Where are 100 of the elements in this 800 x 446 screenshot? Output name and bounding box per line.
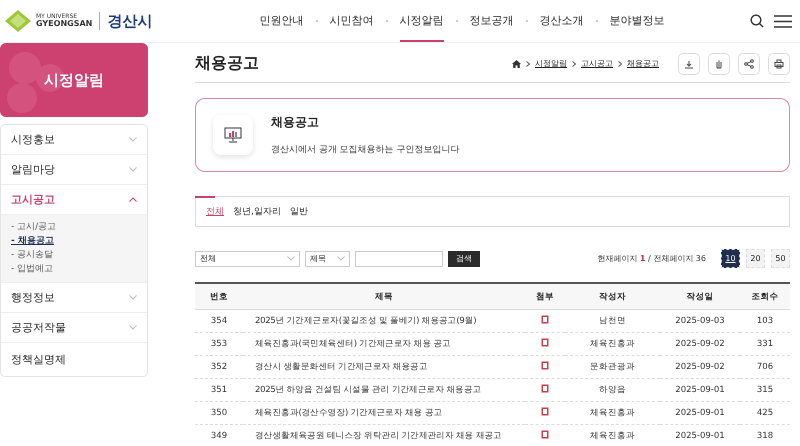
table-cell: 2025-09-01 (660, 402, 740, 424)
table-cell: 2025-09-03 (660, 310, 740, 332)
sidebar-item[interactable]: 시정홍보 (1, 125, 147, 155)
table-cell: 315 (740, 378, 790, 402)
table-cell: 103 (740, 310, 790, 332)
table-cell: 체육진흥과 (565, 332, 660, 356)
table-cell: 문화관광과 (565, 356, 660, 378)
breadcrumb-link[interactable]: 채용공고 (627, 58, 659, 69)
attachment-icon[interactable] (541, 361, 549, 370)
category-tab[interactable]: 일반 (290, 205, 308, 218)
nav-item[interactable]: 분야별정보 (610, 0, 664, 42)
search-icon[interactable] (750, 14, 764, 28)
search-button[interactable]: 검색 (448, 250, 480, 266)
download-button[interactable] (678, 52, 700, 74)
category-tab[interactable]: 청년,일자리 (233, 205, 281, 218)
post-title[interactable]: 2025년 하양읍 건설팀 시설물 관리 기간제근로자 채용공고 (243, 378, 525, 402)
logo-name[interactable]: 경산시 (107, 12, 152, 30)
home-icon[interactable] (512, 60, 521, 68)
attachment-icon[interactable] (541, 384, 549, 393)
table-cell: 331 (740, 332, 790, 356)
table-cell: 425 (740, 402, 790, 424)
chevron-icon (129, 295, 137, 300)
post-title[interactable]: 체육진흥과(국민체육센터) 기간제근로자 채용 공고 (243, 332, 525, 356)
hand-icon (714, 58, 724, 68)
submenu-item[interactable]: - 고시/공고 (11, 221, 56, 234)
print-button[interactable] (768, 52, 790, 74)
table-cell: 354 (195, 310, 243, 332)
hand-button[interactable] (708, 52, 730, 74)
post-title[interactable]: 체육진흥과(경산수영장) 기간제근로자 채용 공고 (243, 402, 525, 424)
chevron-icon (129, 197, 137, 202)
share-icon (744, 58, 754, 68)
table-cell: 318 (740, 424, 790, 446)
category-select[interactable]: 전체 (195, 250, 300, 266)
table-cell: 2025-09-02 (660, 332, 740, 356)
chevron-right-icon (572, 60, 576, 66)
menu-icon[interactable] (774, 14, 792, 28)
table-cell: 체육진흥과 (565, 424, 660, 446)
table-cell: 2025-09-01 (660, 424, 740, 446)
page-info: 현재페이지 1 / 전체페이지 36 (597, 253, 706, 264)
search-field[interactable] (355, 250, 443, 266)
field-select[interactable]: 제목 (305, 250, 350, 266)
breadcrumb-link[interactable]: 고시공고 (581, 58, 613, 69)
column-header: 작성자 (565, 283, 660, 310)
attachment-icon[interactable] (541, 315, 549, 324)
chevron-icon (129, 325, 137, 330)
share-button[interactable] (738, 52, 760, 74)
chevron-right-icon (618, 60, 622, 66)
table-cell: 706 (740, 356, 790, 378)
column-header: 첨부 (525, 283, 565, 310)
column-header: 번호 (195, 283, 243, 310)
info-title: 채용공고 (271, 114, 320, 131)
sidebar-item[interactable]: 알림마당 (1, 155, 147, 185)
monitor-chart-icon (224, 127, 242, 143)
table-cell: 남천면 (565, 310, 660, 332)
page-size-option[interactable]: 50 (771, 249, 790, 268)
chevron-icon (337, 256, 345, 261)
nav-item[interactable]: 시민참여 (330, 0, 374, 42)
sidebar-item[interactable]: 공공저작물 (1, 313, 147, 343)
post-title[interactable]: 경산시 생활문화센터 기간제근로자 채용공고 (243, 356, 525, 378)
column-header: 제목 (243, 283, 525, 310)
table-cell: 2025-09-01 (660, 378, 740, 402)
print-icon (774, 58, 784, 68)
sidebar-item[interactable]: 행정정보 (1, 283, 147, 313)
chevron-right-icon (526, 60, 530, 66)
submenu-item[interactable]: - 입법예고 (11, 263, 54, 276)
sidebar-item[interactable]: 정책실명제 (1, 343, 147, 376)
page-title: 채용공고 (195, 53, 259, 74)
table-cell: 350 (195, 402, 243, 424)
table-cell: 하양읍 (565, 378, 660, 402)
section-title: 시정알림 (44, 70, 104, 90)
table-cell: 353 (195, 332, 243, 356)
attachment-icon[interactable] (541, 430, 549, 439)
attachment-icon[interactable] (541, 338, 549, 347)
nav-item[interactable]: 민원안내 (260, 0, 304, 42)
download-icon (684, 58, 694, 68)
attachment-icon[interactable] (541, 407, 549, 416)
category-tab[interactable]: 전체 (206, 205, 224, 218)
nav-item[interactable]: 시정알림 (400, 0, 444, 42)
page-size-option[interactable]: 10 (721, 249, 740, 268)
table-cell: 349 (195, 424, 243, 446)
page-size-option[interactable]: 20 (746, 249, 765, 268)
table-cell: 2025-09-02 (660, 356, 740, 378)
submenu-item[interactable]: - 채용공고 (11, 235, 54, 248)
chevron-icon (287, 256, 295, 261)
chevron-icon (129, 167, 137, 172)
nav-item[interactable]: 정보공개 (470, 0, 514, 42)
column-header: 조회수 (740, 283, 790, 310)
table-cell: 352 (195, 356, 243, 378)
post-title[interactable]: 경산생활체육공원 테니스장 위탁관리 기간제관리자 채용 재공고 (243, 424, 525, 446)
chevron-icon (129, 137, 137, 142)
submenu-item[interactable]: - 공시송달 (11, 249, 54, 262)
breadcrumb-link[interactable]: 시정알림 (535, 58, 567, 69)
logo-tagline: GYEONGSAN (36, 20, 92, 28)
info-description: 경산시에서 공개 모집채용하는 구인정보입니다 (271, 144, 460, 156)
nav-item[interactable]: 경산소개 (540, 0, 584, 42)
table-cell: 체육진흥과 (565, 402, 660, 424)
post-title[interactable]: 2025년 기간제근로자(꽃길조성 및 풀베기) 채용공고(9월) (243, 310, 525, 332)
logo-icon (4, 9, 32, 33)
table-cell: 351 (195, 378, 243, 402)
column-header: 작성일 (660, 283, 740, 310)
